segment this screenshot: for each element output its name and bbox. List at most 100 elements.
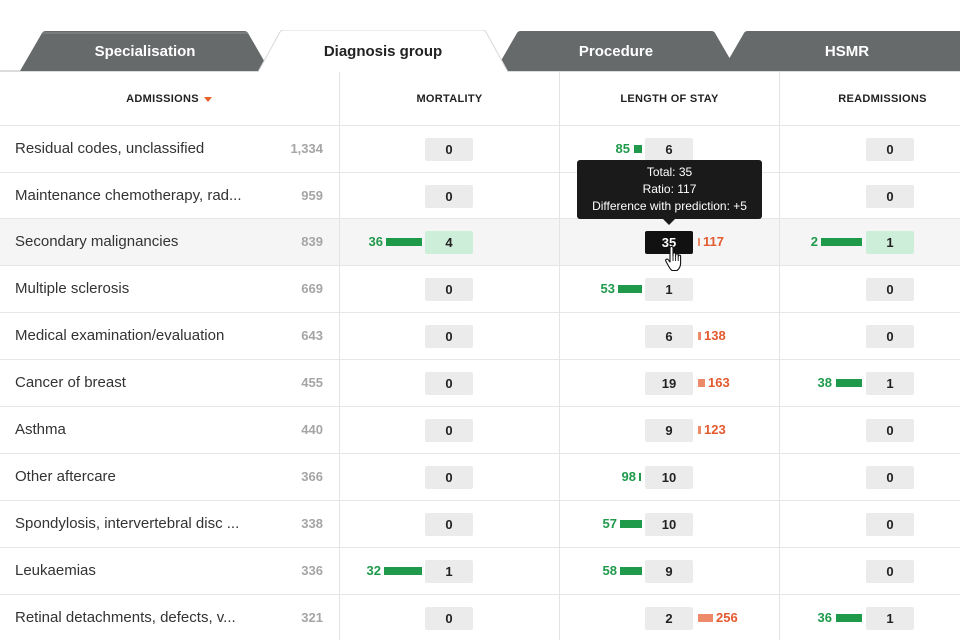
los-ratio-bar [620, 520, 642, 528]
los-ratio-bar [634, 145, 642, 153]
table-row[interactable]: Cancer of breast 455 0 19 163 38 1 [0, 360, 960, 406]
los-ratio-bar [698, 614, 713, 622]
table-row[interactable]: Residual codes, unclassified 1,334 0 85 … [0, 126, 960, 172]
row-admissions-count: 959 [301, 188, 323, 203]
row-admissions-count: 1,334 [290, 141, 323, 156]
column-header-mortality[interactable]: MORTALITY [340, 72, 559, 126]
los-value[interactable]: 6 [645, 138, 693, 161]
los-ratio-label: 117 [703, 234, 724, 249]
column-header-length-of-stay[interactable]: LENGTH OF STAY [560, 72, 779, 126]
readmissions-value[interactable]: 0 [866, 325, 914, 348]
tab-diagnosis-group[interactable]: Diagnosis group [258, 30, 508, 72]
mortality-value[interactable]: 0 [425, 607, 473, 630]
table-row[interactable]: Asthma 440 0 9 123 0 [0, 407, 960, 453]
readmissions-value[interactable]: 0 [866, 513, 914, 536]
row-admissions-count: 455 [301, 375, 323, 390]
row-admissions-count: 669 [301, 281, 323, 296]
column-divider [779, 72, 780, 640]
row-diagnosis-name: Retinal detachments, defects, v... [15, 609, 236, 626]
table-row[interactable]: Multiple sclerosis 669 0 53 1 0 [0, 266, 960, 312]
readmissions-value[interactable]: 0 [866, 185, 914, 208]
los-ratio-label: 57 [602, 516, 617, 531]
los-ratio-label: 138 [704, 328, 726, 343]
los-ratio-bar [639, 473, 641, 481]
table-row[interactable]: Medical examination/evaluation 643 0 6 1… [0, 313, 960, 359]
mortality-value[interactable]: 0 [425, 372, 473, 395]
los-value[interactable]: 2 [645, 607, 693, 630]
row-admissions-count: 366 [301, 469, 323, 484]
readmissions-ratio-bar [836, 379, 862, 387]
los-value[interactable]: 9 [645, 560, 693, 583]
readmissions-value[interactable]: 0 [866, 419, 914, 442]
los-value[interactable]: 1 [645, 278, 693, 301]
los-value[interactable]: 19 [645, 372, 693, 395]
readmissions-value[interactable]: 1 [866, 372, 914, 395]
column-header-readmissions[interactable]: READMISSIONS [780, 72, 960, 126]
column-divider [559, 72, 560, 640]
readmissions-ratio-bar [821, 238, 862, 246]
mortality-ratio-label: 36 [368, 234, 383, 249]
tab-hsmr[interactable]: HSMR [722, 31, 960, 71]
los-ratio-bar [620, 567, 642, 575]
readmissions-value[interactable]: 0 [866, 560, 914, 583]
los-value[interactable]: 10 [645, 513, 693, 536]
mortality-value[interactable]: 0 [425, 138, 473, 161]
readmissions-value[interactable]: 0 [866, 278, 914, 301]
row-diagnosis-name: Maintenance chemotherapy, rad... [15, 187, 242, 204]
los-ratio-label: 58 [602, 563, 617, 578]
mortality-value[interactable]: 0 [425, 325, 473, 348]
readmissions-value[interactable]: 1 [866, 607, 914, 630]
table-row[interactable]: Spondylosis, intervertebral disc ... 338… [0, 501, 960, 547]
row-admissions-count: 839 [301, 234, 323, 249]
table-row[interactable]: Secondary malignancies 839 36 4 35 117 2… [0, 219, 960, 265]
readmissions-ratio-label: 2 [810, 234, 818, 249]
los-ratio-bar [698, 426, 701, 434]
tooltip-total: Total: 35 [646, 165, 693, 179]
mortality-value[interactable]: 0 [425, 419, 473, 442]
los-ratio-bar [618, 285, 642, 293]
sort-down-icon [203, 96, 212, 102]
row-diagnosis-name: Medical examination/evaluation [15, 327, 225, 344]
mortality-ratio-bar [384, 567, 422, 575]
table-row[interactable]: Leukaemias 336 32 1 58 9 0 [0, 548, 960, 594]
tab-specialisation[interactable]: Specialisation [20, 31, 270, 71]
hand-pointer-icon [665, 246, 682, 272]
row-diagnosis-name: Spondylosis, intervertebral disc ... [15, 515, 240, 532]
mortality-value[interactable]: 4 [425, 231, 473, 254]
row-diagnosis-name: Secondary malignancies [15, 233, 179, 250]
tab-bar: Specialisation Procedure HSMR Diagnosis … [0, 0, 960, 72]
row-diagnosis-name: Multiple sclerosis [15, 280, 130, 297]
mortality-ratio-label: 32 [366, 563, 381, 578]
table-row[interactable]: Other aftercare 366 0 98 10 0 [0, 454, 960, 500]
table-row[interactable]: Retinal detachments, defects, v... 321 0… [0, 595, 960, 641]
row-diagnosis-name: Asthma [15, 421, 66, 438]
row-admissions-count: 336 [301, 563, 323, 578]
readmissions-value[interactable]: 0 [866, 466, 914, 489]
row-admissions-count: 643 [301, 328, 323, 343]
los-ratio-label: 163 [708, 375, 730, 390]
los-value[interactable]: 6 [645, 325, 693, 348]
los-value[interactable]: 9 [645, 419, 693, 442]
mortality-value[interactable]: 0 [425, 278, 473, 301]
readmissions-ratio-bar [836, 614, 862, 622]
mortality-value[interactable]: 0 [425, 466, 473, 489]
readmissions-value[interactable]: 0 [866, 138, 914, 161]
los-value[interactable]: 10 [645, 466, 693, 489]
readmissions-value[interactable]: 1 [866, 231, 914, 254]
los-ratio-label: 98 [621, 469, 636, 484]
column-header-admissions[interactable]: ADMISSIONS [0, 72, 338, 126]
column-divider [339, 72, 340, 640]
tooltip-arrow [663, 219, 675, 225]
mortality-value[interactable]: 0 [425, 185, 473, 208]
row-diagnosis-name: Residual codes, unclassified [15, 140, 205, 157]
los-ratio-bar [698, 332, 701, 340]
readmissions-ratio-label: 36 [817, 610, 832, 625]
los-ratio-label: 53 [600, 281, 615, 296]
tooltip-difference: Difference with prediction: +5 [592, 199, 747, 213]
row-admissions-count: 338 [301, 516, 323, 531]
tab-procedure[interactable]: Procedure [495, 31, 737, 71]
mortality-value[interactable]: 0 [425, 513, 473, 536]
mortality-value[interactable]: 1 [425, 560, 473, 583]
table-row[interactable]: Maintenance chemotherapy, rad... 959 0 0 [0, 173, 960, 219]
readmissions-ratio-label: 38 [817, 375, 832, 390]
